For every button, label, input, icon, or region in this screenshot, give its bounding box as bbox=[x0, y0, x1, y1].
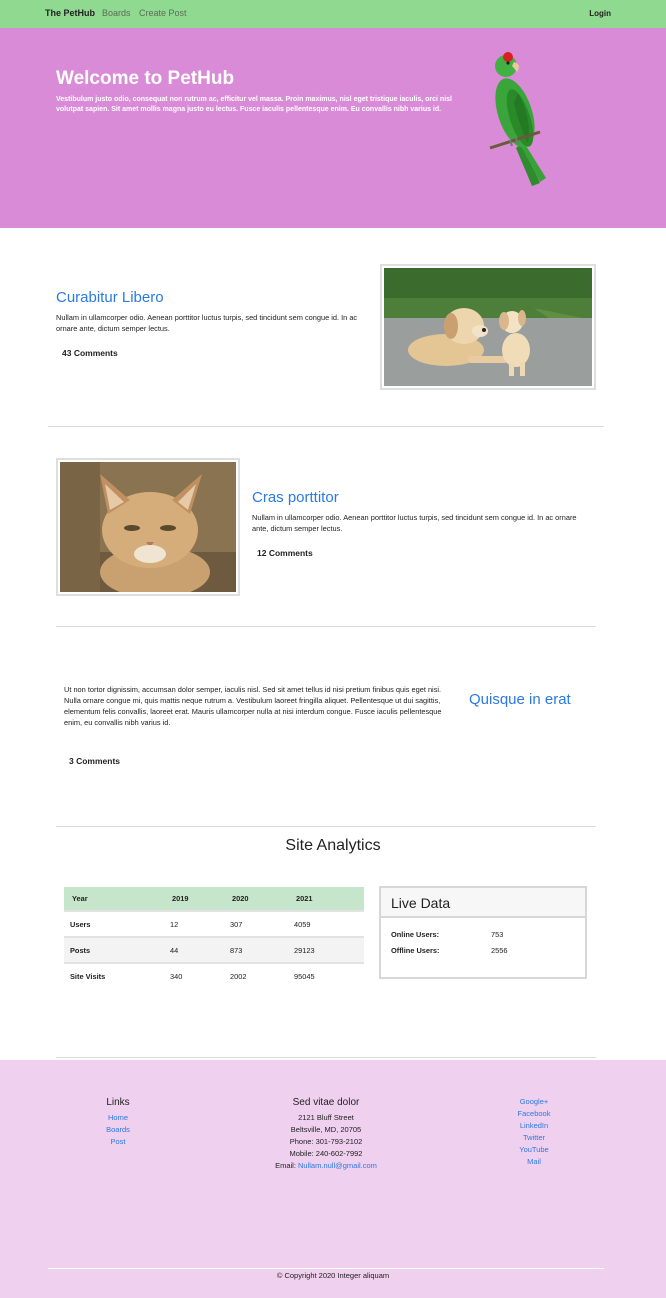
mobile-number: Mobile: 240-602-7992 bbox=[289, 1149, 363, 1158]
live-data-card: Live Data Online Users: 753 Offline User… bbox=[379, 886, 587, 979]
social-link-twitter[interactable]: Twitter bbox=[494, 1132, 574, 1144]
footer-link-boards[interactable]: Boards bbox=[78, 1124, 158, 1136]
table-row: Users 12 307 4059 bbox=[64, 910, 364, 937]
divider bbox=[48, 426, 604, 427]
footer-links-column: Links Home Boards Post bbox=[78, 1096, 158, 1148]
table-header: 2020 bbox=[224, 887, 288, 911]
footer-links-title: Links bbox=[106, 1097, 130, 1108]
nav-link-create-post[interactable]: Create Post bbox=[139, 8, 187, 18]
post-title-curabitur-libero[interactable]: Curabitur Libero bbox=[56, 289, 164, 306]
kitten-photo bbox=[60, 462, 236, 598]
table-cell: 340 bbox=[164, 962, 224, 989]
social-link-google-plus[interactable]: Google+ bbox=[494, 1096, 574, 1108]
post-text: Nullam in ullamcorper odio. Aenean portt… bbox=[56, 313, 358, 333]
kitten-image bbox=[56, 458, 240, 598]
post-title-quisque-in-erat[interactable]: Quisque in erat bbox=[469, 691, 579, 708]
hero-banner: Welcome to PetHub Vestibulum justo odio,… bbox=[0, 28, 666, 228]
table-header: Year bbox=[64, 887, 164, 911]
table-row: Site Visits 340 2002 95045 bbox=[64, 962, 364, 989]
email-row: Email: Nullam.null@gmail.com bbox=[236, 1160, 416, 1172]
table-cell: 307 bbox=[224, 910, 288, 937]
phone-number: Phone: 301-793-2102 bbox=[289, 1137, 363, 1146]
divider bbox=[56, 626, 596, 627]
comments-count[interactable]: 12 Comments bbox=[257, 548, 313, 558]
address-street: 2121 Bluff Street bbox=[298, 1113, 354, 1122]
hero-text: Vestibulum justo odio, consequat non rut… bbox=[56, 96, 452, 113]
social-link-facebook[interactable]: Facebook bbox=[494, 1108, 574, 1120]
address-city: Beltsville, MD, 20705 bbox=[290, 1125, 362, 1134]
dogs-photo bbox=[384, 268, 592, 386]
nav-link-boards[interactable]: Boards bbox=[102, 8, 131, 18]
table-header-row: Year 2019 2020 2021 bbox=[64, 887, 364, 911]
table-cell: Site Visits bbox=[64, 962, 164, 989]
social-link-linkedin[interactable]: LinkedIn bbox=[494, 1120, 574, 1132]
table-cell: 12 bbox=[164, 910, 224, 937]
table-cell: 2002 bbox=[224, 962, 288, 989]
analytics-table: Year 2019 2020 2021 Users 12 307 4059 Po… bbox=[64, 887, 364, 989]
table-cell: 4059 bbox=[288, 910, 364, 937]
online-users-label: Online Users: bbox=[391, 930, 440, 939]
footer-link-post[interactable]: Post bbox=[78, 1136, 158, 1148]
post-text: Nullam in ullamcorper odio. Aenean portt… bbox=[252, 513, 577, 533]
table-row: Posts 44 873 29123 bbox=[64, 936, 364, 963]
brand-link[interactable]: The PetHub bbox=[45, 8, 95, 18]
post-text: Ut non tortor dignissim, accumsan dolor … bbox=[64, 685, 442, 727]
offline-users-label: Offline Users: bbox=[391, 946, 440, 955]
divider bbox=[56, 826, 596, 827]
copyright-text: © Copyright 2020 Integer aliquam bbox=[276, 1271, 390, 1280]
table-header: 2019 bbox=[164, 887, 224, 911]
footer-divider bbox=[48, 1268, 604, 1269]
footer-contact-title: Sed vitae dolor bbox=[292, 1097, 360, 1108]
dogs-image bbox=[380, 264, 596, 390]
table-cell: 873 bbox=[224, 936, 288, 963]
parrot-image bbox=[489, 52, 546, 186]
table-cell: 44 bbox=[164, 936, 224, 963]
post-title-cras-porttitor[interactable]: Cras porttitor bbox=[252, 489, 339, 506]
table-cell: 95045 bbox=[288, 962, 364, 989]
email-label: Email: bbox=[275, 1161, 299, 1170]
divider bbox=[56, 1057, 596, 1058]
analytics-title: Site Analytics bbox=[285, 837, 381, 854]
social-link-youtube[interactable]: YouTube bbox=[494, 1144, 574, 1156]
email-link[interactable]: Nullam.null@gmail.com bbox=[298, 1161, 377, 1170]
table-cell: Posts bbox=[64, 936, 164, 963]
footer-social-column: Google+ Facebook LinkedIn Twitter YouTub… bbox=[494, 1096, 574, 1168]
table-header: 2021 bbox=[288, 887, 364, 911]
social-link-mail[interactable]: Mail bbox=[494, 1156, 574, 1168]
login-link[interactable]: Login bbox=[589, 9, 611, 18]
footer-link-home[interactable]: Home bbox=[78, 1112, 158, 1124]
table-cell: 29123 bbox=[288, 936, 364, 963]
comments-count[interactable]: 43 Comments bbox=[62, 348, 118, 358]
offline-users-value: 2556 bbox=[491, 946, 508, 955]
hero-title: Welcome to PetHub bbox=[56, 68, 235, 89]
table-cell: Users bbox=[64, 910, 164, 937]
comments-count[interactable]: 3 Comments bbox=[69, 756, 120, 766]
live-data-title: Live Data bbox=[381, 888, 585, 918]
navbar: The PetHub Boards Create Post Login bbox=[0, 0, 666, 28]
online-users-value: 753 bbox=[491, 930, 504, 939]
footer-contact-column: Sed vitae dolor 2121 Bluff Street Beltsv… bbox=[236, 1096, 416, 1172]
